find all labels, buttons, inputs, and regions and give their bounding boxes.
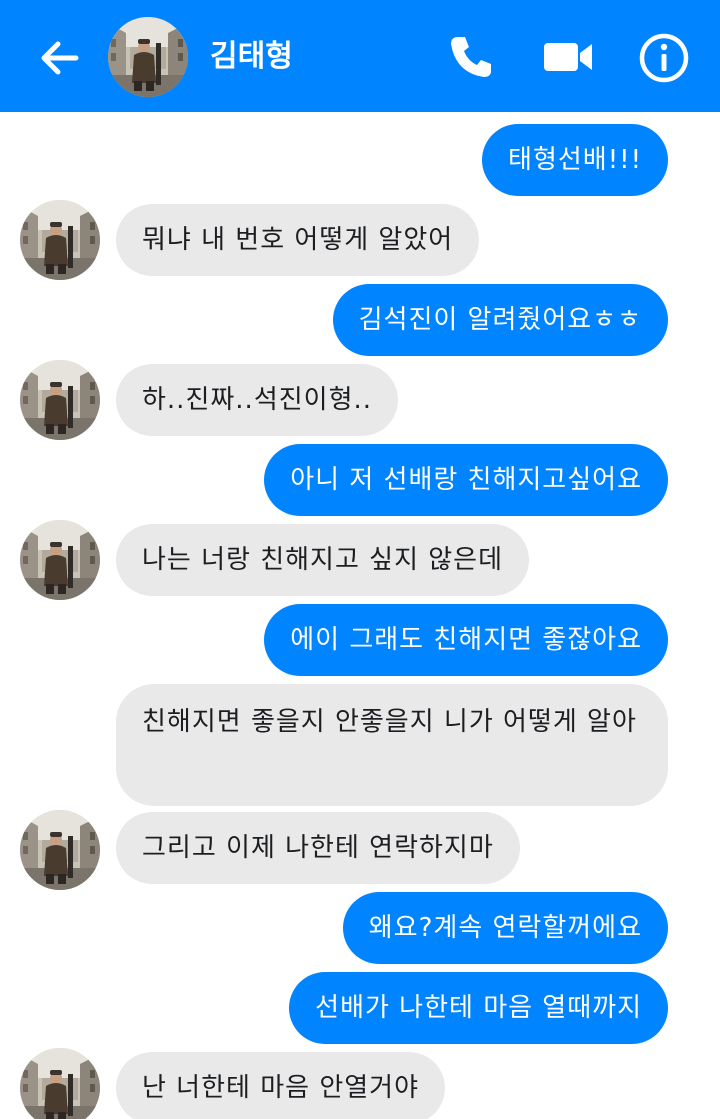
sender-avatar[interactable] xyxy=(20,520,100,600)
message-text: 아니 저 선배랑 친해지고싶어요 xyxy=(290,465,642,495)
message-text: 왜요?계속 연락할꺼에요 xyxy=(368,913,642,943)
phone-icon xyxy=(451,37,491,77)
info-icon xyxy=(639,33,689,83)
avatar xyxy=(20,810,100,890)
back-button[interactable] xyxy=(36,34,84,82)
message-bubble-incoming[interactable]: 그리고 이제 나한테 연락하지마 xyxy=(116,812,520,884)
info-button[interactable] xyxy=(638,32,690,84)
message-bubble-incoming[interactable]: 나는 너랑 친해지고 싶지 않은데 xyxy=(116,524,530,596)
message-bubble-outgoing[interactable]: 에이 그래도 친해지면 좋잖아요 xyxy=(264,604,668,676)
message-text: 친해지면 좋을지 안좋을지 니가 어떻게 알아 xyxy=(142,707,637,737)
video-call-button[interactable] xyxy=(542,34,594,80)
chat-header: 김태형 xyxy=(0,0,720,112)
video-camera-icon xyxy=(544,43,592,71)
message-bubble-outgoing[interactable]: 김석진이 알려줬어요ㅎㅎ xyxy=(332,284,668,356)
message-text: 에이 그래도 친해지면 좋잖아요 xyxy=(290,625,642,655)
sender-avatar[interactable] xyxy=(20,1048,100,1119)
call-button[interactable] xyxy=(446,32,496,82)
message-bubble-outgoing[interactable]: 아니 저 선배랑 친해지고싶어요 xyxy=(264,444,668,516)
avatar xyxy=(20,200,100,280)
message-bubble-outgoing[interactable]: 태형선배!!! xyxy=(482,124,668,196)
sender-avatar[interactable] xyxy=(20,360,100,440)
message-text: 나는 너랑 친해지고 싶지 않은데 xyxy=(142,545,504,575)
message-bubble-incoming[interactable]: 하..진짜..석진이형.. xyxy=(116,364,399,436)
message-text: 태형선배!!! xyxy=(508,145,642,175)
arrow-left-icon xyxy=(41,41,79,75)
avatar xyxy=(20,520,100,600)
message-text: 하..진짜..석진이형.. xyxy=(142,385,373,415)
message-text: 선배가 나한테 마음 열때까지 xyxy=(315,993,642,1023)
avatar xyxy=(20,360,100,440)
message-text: 뭐냐 내 번호 어떻게 알았어 xyxy=(142,225,454,255)
message-text: 난 너한테 마음 안열거야 xyxy=(142,1073,419,1103)
message-bubble-outgoing[interactable]: 선배가 나한테 마음 열때까지 xyxy=(289,972,668,1044)
contact-name[interactable]: 김태형 xyxy=(210,36,293,78)
avatar xyxy=(20,1048,100,1119)
sender-avatar[interactable] xyxy=(20,200,100,280)
message-text: 그리고 이제 나한테 연락하지마 xyxy=(142,833,494,863)
sender-avatar[interactable] xyxy=(20,810,100,890)
message-bubble-incoming[interactable]: 뭐냐 내 번호 어떻게 알았어 xyxy=(116,204,480,276)
message-bubble-incoming[interactable]: 친해지면 좋을지 안좋을지 니가 어떻게 알아 xyxy=(116,684,668,806)
avatar xyxy=(108,17,188,97)
message-text: 김석진이 알려줬어요ㅎㅎ xyxy=(358,305,642,335)
message-bubble-outgoing[interactable]: 왜요?계속 연락할꺼에요 xyxy=(342,892,668,964)
message-bubble-incoming[interactable]: 난 너한테 마음 안열거야 xyxy=(116,1052,445,1119)
contact-avatar[interactable] xyxy=(108,17,188,97)
